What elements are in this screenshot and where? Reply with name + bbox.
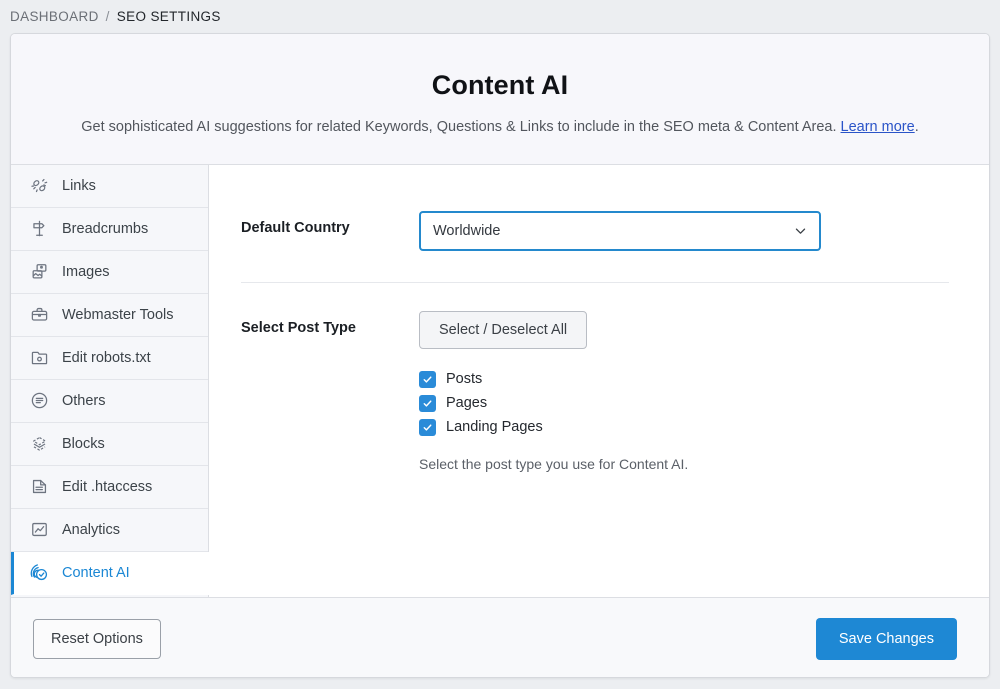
- sidebar-item-label: Content AI: [62, 565, 130, 581]
- sidebar-item-label: Analytics: [62, 522, 120, 538]
- save-changes-button[interactable]: Save Changes: [816, 618, 957, 660]
- breadcrumb-separator: /: [106, 9, 110, 24]
- checkbox-checked-icon[interactable]: [419, 395, 436, 412]
- sidebar-item-edit-htaccess[interactable]: Edit .htaccess: [11, 466, 208, 509]
- images-icon: [28, 261, 50, 283]
- post-type-control: Select / Deselect All Posts: [419, 311, 949, 472]
- checkbox-label: Posts: [446, 371, 482, 387]
- blocks-icon: [28, 433, 50, 455]
- default-country-label: Default Country: [241, 211, 419, 236]
- sidebar-item-others[interactable]: Others: [11, 380, 208, 423]
- sidebar-item-label: Images: [62, 264, 110, 280]
- default-country-value: Worldwide: [433, 223, 500, 239]
- post-type-label: Select Post Type: [241, 311, 419, 336]
- post-type-option-posts[interactable]: Posts: [419, 371, 949, 388]
- sidebar-item-webmaster-tools[interactable]: Webmaster Tools: [11, 294, 208, 337]
- default-country-control: Worldwide: [419, 211, 949, 251]
- breadcrumbs-icon: [28, 218, 50, 240]
- post-type-help-text: Select the post type you use for Content…: [419, 456, 949, 472]
- htaccess-file-icon: [28, 476, 50, 498]
- sidebar-item-blocks[interactable]: Blocks: [11, 423, 208, 466]
- breadcrumb: DASHBOARD / SEO SETTINGS: [0, 0, 1000, 33]
- chevron-down-icon: [793, 223, 808, 238]
- sidebar-item-analytics[interactable]: Analytics: [11, 509, 208, 552]
- card-body: Links Breadcrumbs: [11, 165, 989, 597]
- analytics-icon: [28, 519, 50, 541]
- settings-card: Content AI Get sophisticated AI suggesti…: [10, 33, 990, 678]
- sidebar-item-label: Edit robots.txt: [62, 350, 151, 366]
- page-description-text: Get sophisticated AI suggestions for rel…: [81, 119, 836, 135]
- sidebar-item-label: Breadcrumbs: [62, 221, 148, 237]
- page-description-period: .: [915, 119, 919, 135]
- sidebar-item-label: Edit .htaccess: [62, 479, 152, 495]
- default-country-select[interactable]: Worldwide: [419, 211, 821, 251]
- checkbox-label: Landing Pages: [446, 419, 543, 435]
- card-header: Content AI Get sophisticated AI suggesti…: [11, 34, 989, 165]
- links-icon: [28, 175, 50, 197]
- post-type-option-pages[interactable]: Pages: [419, 395, 949, 412]
- sidebar-item-label: Others: [62, 393, 106, 409]
- post-type-field: Select Post Type Select / Deselect All P…: [241, 311, 949, 472]
- section-divider: [241, 282, 949, 283]
- sidebar-item-label: Blocks: [62, 436, 105, 452]
- settings-sidebar: Links Breadcrumbs: [11, 165, 209, 597]
- checkbox-checked-icon[interactable]: [419, 419, 436, 436]
- page-description: Get sophisticated AI suggestions for rel…: [41, 118, 959, 137]
- learn-more-link[interactable]: Learn more: [841, 119, 915, 135]
- webmaster-tools-icon: [28, 304, 50, 326]
- page-title: Content AI: [41, 70, 959, 101]
- content-ai-icon: [28, 562, 50, 584]
- sidebar-item-links[interactable]: Links: [11, 165, 208, 208]
- card-footer: Reset Options Save Changes: [11, 597, 989, 678]
- reset-options-button[interactable]: Reset Options: [33, 619, 161, 659]
- others-icon: [28, 390, 50, 412]
- settings-content: Default Country Worldwide Select Post: [209, 165, 989, 597]
- default-country-field: Default Country Worldwide: [241, 211, 949, 251]
- sidebar-item-images[interactable]: Images: [11, 251, 208, 294]
- sidebar-item-content-ai[interactable]: Content AI: [11, 552, 209, 595]
- select-deselect-all-button[interactable]: Select / Deselect All: [419, 311, 587, 349]
- sidebar-item-label: Links: [62, 178, 96, 194]
- checkbox-label: Pages: [446, 395, 487, 411]
- post-type-option-landing-pages[interactable]: Landing Pages: [419, 419, 949, 436]
- sidebar-item-breadcrumbs[interactable]: Breadcrumbs: [11, 208, 208, 251]
- checkbox-checked-icon[interactable]: [419, 371, 436, 388]
- breadcrumb-current: SEO SETTINGS: [117, 9, 221, 24]
- sidebar-item-label: Webmaster Tools: [62, 307, 173, 323]
- post-type-checkbox-list: Posts Pages: [419, 371, 949, 436]
- breadcrumb-dashboard[interactable]: DASHBOARD: [10, 9, 99, 24]
- robots-file-icon: [28, 347, 50, 369]
- sidebar-item-edit-robots-txt[interactable]: Edit robots.txt: [11, 337, 208, 380]
